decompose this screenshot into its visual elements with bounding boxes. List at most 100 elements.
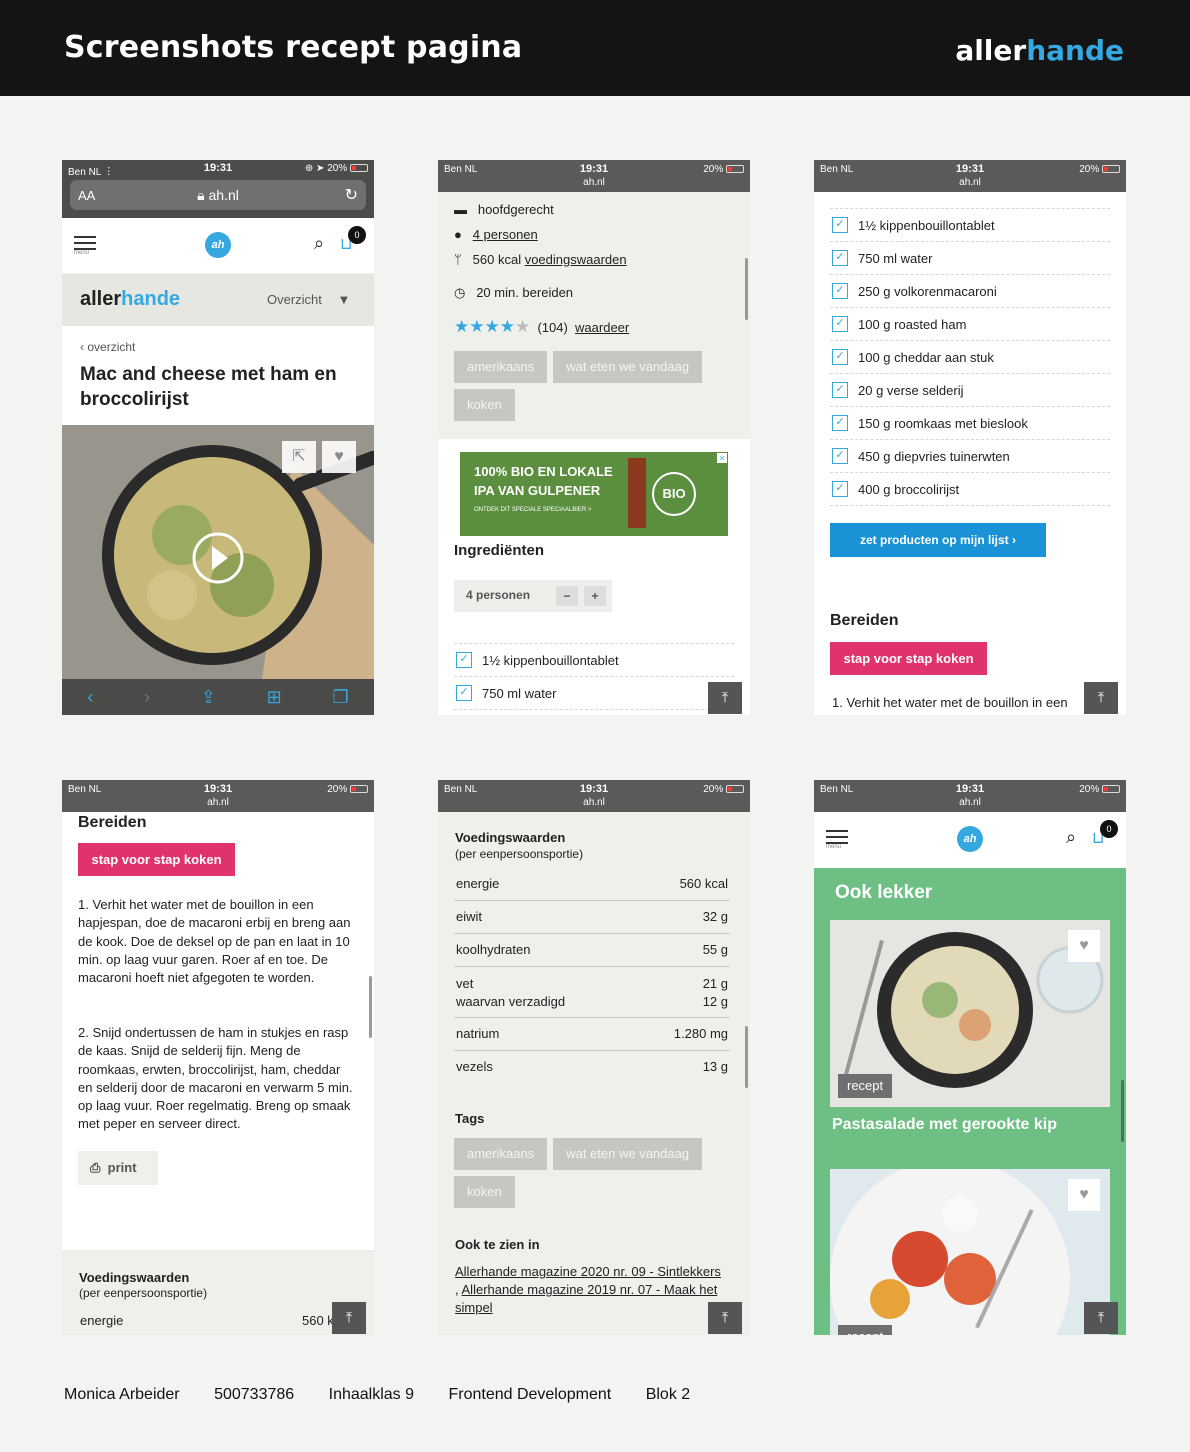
nutrition-row: vezels 13 g [456,1059,728,1074]
persons-stepper: 4 personen − + [454,580,612,612]
step-by-step-button[interactable]: stap voor stap koken [78,843,235,876]
share-icon[interactable]: ⇱ [282,441,316,473]
tag-amerikaans[interactable]: amerikaans [454,1138,548,1170]
ingredient-item[interactable]: ✓ 20 g verse selderij [830,374,1110,407]
ingredient-item[interactable]: ✓ 100 g cheddar aan stuk [830,341,1110,374]
recipe-card-title[interactable]: Pastasalade met gerookte kip [832,1116,1057,1134]
nutrition-table: energie 560 kcal eiwit 32 g koolhydraten 55… [454,868,730,1084]
tag-koken[interactable]: koken [454,1176,515,1208]
menu-button[interactable]: menu [826,830,848,850]
add-to-list-button[interactable]: zet producten op mijn lijst › [830,523,1046,557]
step-1-text: 1. Verhit het water met de bouillon in e… [832,695,1068,710]
allerhande-bar: allerhande Overzicht ▼ [62,274,374,326]
menu-button[interactable]: menu [74,236,96,256]
tag-wat-eten-we-vandaag[interactable]: wat eten we vandaag [553,1138,703,1170]
heart-icon[interactable]: ♥ [322,441,356,473]
ah-logo[interactable]: ah [205,232,231,258]
heart-icon[interactable]: ♥ [1068,1179,1100,1211]
bookmarks-icon[interactable]: ⊞ [267,687,282,708]
minus-button[interactable]: − [556,586,578,606]
search-icon[interactable]: ⌕ [1066,827,1076,848]
ingredient-item[interactable]: ✓ 150 g roomkaas met bieslook [830,407,1110,440]
step-by-step-button[interactable]: stap voor stap koken [830,642,987,675]
screenshot-4: Ben NL 19:31 ah.nl 20% Bereiden stap voo… [62,780,374,1335]
back-link[interactable]: ‹ overzicht [80,340,356,354]
step-2-text: 2. Snijd ondertussen de ham in stukjes e… [78,1025,353,1132]
bio-badge: BIO [652,472,696,516]
magazine-link-2-cont[interactable]: simpel [455,1300,493,1315]
recipe-title: Mac and cheese met ham en broccolirijst [80,364,337,410]
scroll-top-button[interactable]: ⤒ [1084,682,1118,714]
search-icon[interactable]: ⌕ [314,233,324,254]
ah-logo[interactable]: ah [957,826,983,852]
scroll-top-button[interactable]: ⤒ [1084,1302,1118,1334]
tag-koken[interactable]: koken [454,389,515,421]
nutrition-heading: Voedingswaarden [455,830,566,845]
checkbox-icon: ✓ [832,217,848,233]
seen-in-links: Allerhande magazine 2020 nr. 09 - Sintle… [455,1264,721,1315]
reload-icon[interactable]: ↻ [345,185,358,205]
back-icon[interactable]: ‹ [87,687,93,708]
nutrition-row: vet waarvan verzadigd 21 g 12 g [454,967,730,1018]
page-title: Screenshots recept pagina [64,30,523,65]
nutrition-row: eiwit 32 g [454,901,730,934]
screenshot-5: Ben NL 19:31 ah.nl 20% Voedingswaarden (… [438,780,750,1335]
ingredient-list: ✓ 1½ kippenbouillontablet ✓ 750 ml water [454,643,734,710]
ingredient-item[interactable]: ✓ 750 ml water [830,242,1110,275]
allerhande-logo: allerhande [955,34,1124,67]
ad-close-icon[interactable]: × [717,453,727,463]
block-name: Blok 2 [645,1386,691,1403]
student-name: Monica Arbeider [64,1386,180,1403]
nutrition-link[interactable]: voedingswaarden [525,252,627,267]
plus-button[interactable]: + [584,586,606,606]
heart-icon[interactable]: ♥ [1068,930,1100,962]
ingredient-item[interactable]: ✓ 100 g roasted ham [830,308,1110,341]
ingredient-item[interactable]: ✓ 450 g diepvries tuinerwten [830,440,1110,473]
also-tasty-heading: Ook lekker [835,882,933,903]
ingredient-item[interactable]: ✓ 750 ml water [454,677,734,710]
forward-icon[interactable]: › [144,687,150,708]
checkbox-icon: ✓ [832,382,848,398]
status-bar: Ben NL 19:31 ah.nl 20% [814,780,1126,812]
share-sheet-icon[interactable]: ⇪ [201,687,216,708]
ingredients-heading: Ingrediënten [454,542,545,559]
status-bar: Ben NL 19:31 ah.nl 20% [438,780,750,812]
overview-dropdown[interactable]: Overzicht ▼ [267,292,350,307]
magazine-link-1[interactable]: Allerhande magazine 2020 nr. 09 - Sintle… [455,1264,721,1279]
person-icon: ● [454,227,462,242]
course-icon: ▬ [454,202,467,217]
tag-wat-eten-we-vandaag[interactable]: wat eten we vandaag [553,351,703,383]
ingredient-item[interactable]: ✓ 1½ kippenbouillontablet [830,209,1110,242]
cart-count-badge: 0 [348,226,366,244]
print-button[interactable]: ⎙ print [78,1151,158,1185]
nutrition-row: energie 560 kcal [454,868,730,901]
nutrition-row: koolhydraten 55 g [454,934,730,967]
persons-link[interactable]: 4 personen [473,227,538,242]
tag-amerikaans[interactable]: amerikaans [454,351,548,383]
magazine-link-2[interactable]: Allerhande magazine 2019 nr. 07 - Maak h… [462,1282,718,1297]
recipe-card-image-2[interactable]: ♥ recept [830,1169,1110,1335]
status-bar: Ben NL 19:31 ah.nl 20% [814,160,1126,192]
ingredient-item[interactable]: ✓ 1½ kippenbouillontablet [454,644,734,677]
status-bar: Ben NL 19:31 ah.nl 20% [438,160,750,192]
tabs-icon[interactable]: ❐ [332,687,348,708]
cart-count-badge: 0 [1100,820,1118,838]
scroll-top-button[interactable]: ⤒ [332,1302,366,1334]
tag-list: amerikaans wat eten we vandaag koken [454,351,734,427]
advertisement[interactable]: 100% BIO EN LOKALE IPA VAN GULPENER ONTD… [460,452,728,536]
tags-heading: Tags [455,1111,485,1126]
browser-toolbar: ‹ › ⇪ ⊞ ❐ [62,679,374,715]
ingredient-item[interactable]: ✓ 400 g broccolirijst [830,473,1110,506]
screenshot-2: Ben NL 19:31 ah.nl 20% ▬ hoofdgerecht ● … [438,160,750,715]
scroll-top-button[interactable]: ⤒ [708,682,742,714]
browser-chrome: Ben NL ︙ 19:31 ⊕ ➤ 20% AA 🔒︎ ah.nl ↻ [62,160,374,218]
ingredient-item[interactable]: ✓ 250 g volkorenmacaroni [830,275,1110,308]
student-number: 500733786 [214,1386,295,1403]
address-bar[interactable]: AA 🔒︎ ah.nl ↻ [70,180,366,210]
recipe-card-image[interactable]: ♥ recept [830,920,1110,1107]
checkbox-icon: ✓ [456,652,472,668]
rate-link[interactable]: waardeer [575,320,629,335]
recipe-badge: recept [838,1074,893,1098]
site-header: menu ah ⌕ ⊔ 0 [62,218,374,274]
scroll-top-button[interactable]: ⤒ [708,1302,742,1334]
